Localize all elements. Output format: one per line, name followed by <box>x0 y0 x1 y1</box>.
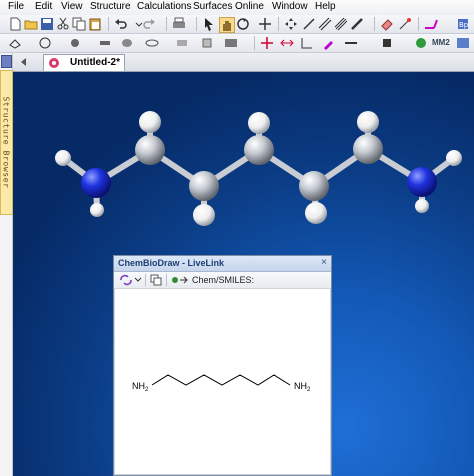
livelink-toolbar: Chem/SMILES: <box>114 272 331 289</box>
hydrogen-atom <box>55 150 71 166</box>
menu-help[interactable]: Help <box>315 1 336 13</box>
stop-icon[interactable] <box>380 36 394 50</box>
hydrogen-atom <box>415 199 429 213</box>
hydrogen-atom <box>248 112 270 134</box>
right-amine-subscript: 2 <box>307 387 311 393</box>
carbon-atom <box>135 135 165 165</box>
document-tab-title: Untitled-2* <box>70 57 120 68</box>
left-amine-group: NH <box>132 381 145 391</box>
livelink-title: ChemBioDraw - LiveLink <box>118 258 225 268</box>
color-picker-icon[interactable] <box>322 36 336 50</box>
right-amine-group: NH <box>294 381 307 391</box>
carbon-atom <box>244 135 274 165</box>
bond-icon[interactable] <box>350 17 364 31</box>
menu-view[interactable]: View <box>61 1 83 13</box>
model-toolbar: MM2 <box>0 34 474 53</box>
menu-bar: File Edit View Structure Calculations Su… <box>0 0 474 15</box>
clean-up-icon[interactable]: Bp <box>456 17 470 31</box>
translate-icon[interactable] <box>258 17 272 31</box>
nitrogen-atom <box>81 168 111 198</box>
livelink-titlebar[interactable]: ChemBioDraw - LiveLink × <box>114 256 331 272</box>
sync-icon[interactable] <box>119 274 133 286</box>
line-style-icon[interactable] <box>344 36 358 50</box>
text-tool-icon[interactable] <box>398 17 412 31</box>
rotate-icon[interactable] <box>236 17 250 31</box>
label-icon[interactable] <box>175 36 189 50</box>
chevron-down-icon[interactable] <box>134 276 142 284</box>
triple-bond-icon[interactable] <box>334 17 348 31</box>
tab-scroll-left-icon[interactable] <box>19 57 29 67</box>
structure-browser-icon[interactable] <box>1 55 12 68</box>
orbital-icon[interactable] <box>145 36 159 50</box>
measure-icon[interactable] <box>424 17 438 31</box>
left-amine-subscript: 2 <box>145 387 149 393</box>
compute-icon[interactable] <box>456 36 470 50</box>
ball-model-icon[interactable] <box>68 36 82 50</box>
nitrogen-atom <box>407 167 437 197</box>
center-icon[interactable] <box>280 36 294 50</box>
single-bond-icon[interactable] <box>302 17 316 31</box>
menu-file[interactable]: File <box>8 1 24 13</box>
menu-surfaces[interactable]: Surfaces <box>193 1 232 13</box>
carbon-atom <box>353 134 383 164</box>
left-amine-label: NH2 <box>132 381 149 393</box>
carbon-atom <box>299 171 329 201</box>
hydrogen-atom <box>90 203 104 217</box>
smiles-convert-icon[interactable] <box>171 274 189 286</box>
copy-icon[interactable] <box>150 274 162 286</box>
minimize-energy-icon[interactable] <box>414 36 428 50</box>
copy-icon[interactable] <box>72 17 86 31</box>
menu-window[interactable]: Window <box>272 1 308 13</box>
eraser-icon[interactable] <box>380 17 394 31</box>
structure-browser-label: Structure Browser <box>1 96 11 189</box>
smiles-label: Chem/SMILES: <box>192 275 255 285</box>
menu-online[interactable]: Online <box>235 1 264 13</box>
model-display-icon[interactable] <box>8 36 22 50</box>
main-toolbar: Bp <box>0 15 474 34</box>
undo-icon[interactable] <box>114 17 128 31</box>
paste-icon[interactable] <box>88 17 102 31</box>
hydrogen-atom <box>139 111 161 133</box>
surface-icon[interactable] <box>120 36 134 50</box>
stick-model-icon[interactable] <box>98 36 112 50</box>
print-icon[interactable] <box>172 17 186 31</box>
close-icon[interactable]: × <box>321 257 327 268</box>
skeletal-structure[interactable]: NH2 NH2 <box>114 289 331 474</box>
box-icon[interactable] <box>200 36 214 50</box>
hand-tool-icon[interactable] <box>219 17 235 33</box>
move-icon[interactable] <box>284 17 298 31</box>
hydrogen-atom <box>305 202 327 224</box>
document-tab-bar: Untitled-2* <box>13 53 474 72</box>
cut-icon[interactable] <box>56 17 70 31</box>
document-icon <box>49 58 59 68</box>
redo-icon[interactable] <box>142 17 156 31</box>
carbon-atom <box>189 171 219 201</box>
ring-icon[interactable] <box>38 36 52 50</box>
new-document-icon[interactable] <box>8 17 22 31</box>
structure-browser-sidebar: Structure Browser <box>0 53 13 476</box>
mm2-label[interactable]: MM2 <box>432 38 450 47</box>
carbon-chain <box>151 374 291 386</box>
open-folder-icon[interactable] <box>24 17 38 31</box>
background-icon[interactable] <box>224 36 238 50</box>
fit-icon[interactable] <box>260 36 274 50</box>
tab-untitled-2[interactable]: Untitled-2* <box>43 54 125 71</box>
select-arrow-icon[interactable] <box>202 17 216 31</box>
axis-icon[interactable] <box>300 36 314 50</box>
svg-text:Bp: Bp <box>459 21 469 29</box>
hydrogen-atom <box>357 111 379 133</box>
hydrogen-atom <box>193 204 215 226</box>
livelink-panel[interactable]: ChemBioDraw - LiveLink × Chem/SMILES: NH… <box>113 255 332 476</box>
structure-browser-tab[interactable]: Structure Browser <box>0 70 13 215</box>
double-bond-icon[interactable] <box>318 17 332 31</box>
hydrogen-atom <box>446 150 462 166</box>
menu-calculations[interactable]: Calculations <box>137 1 191 13</box>
right-amine-label: NH2 <box>294 381 311 393</box>
menu-structure[interactable]: Structure <box>90 1 131 13</box>
save-icon[interactable] <box>40 17 54 31</box>
menu-edit[interactable]: Edit <box>35 1 52 13</box>
